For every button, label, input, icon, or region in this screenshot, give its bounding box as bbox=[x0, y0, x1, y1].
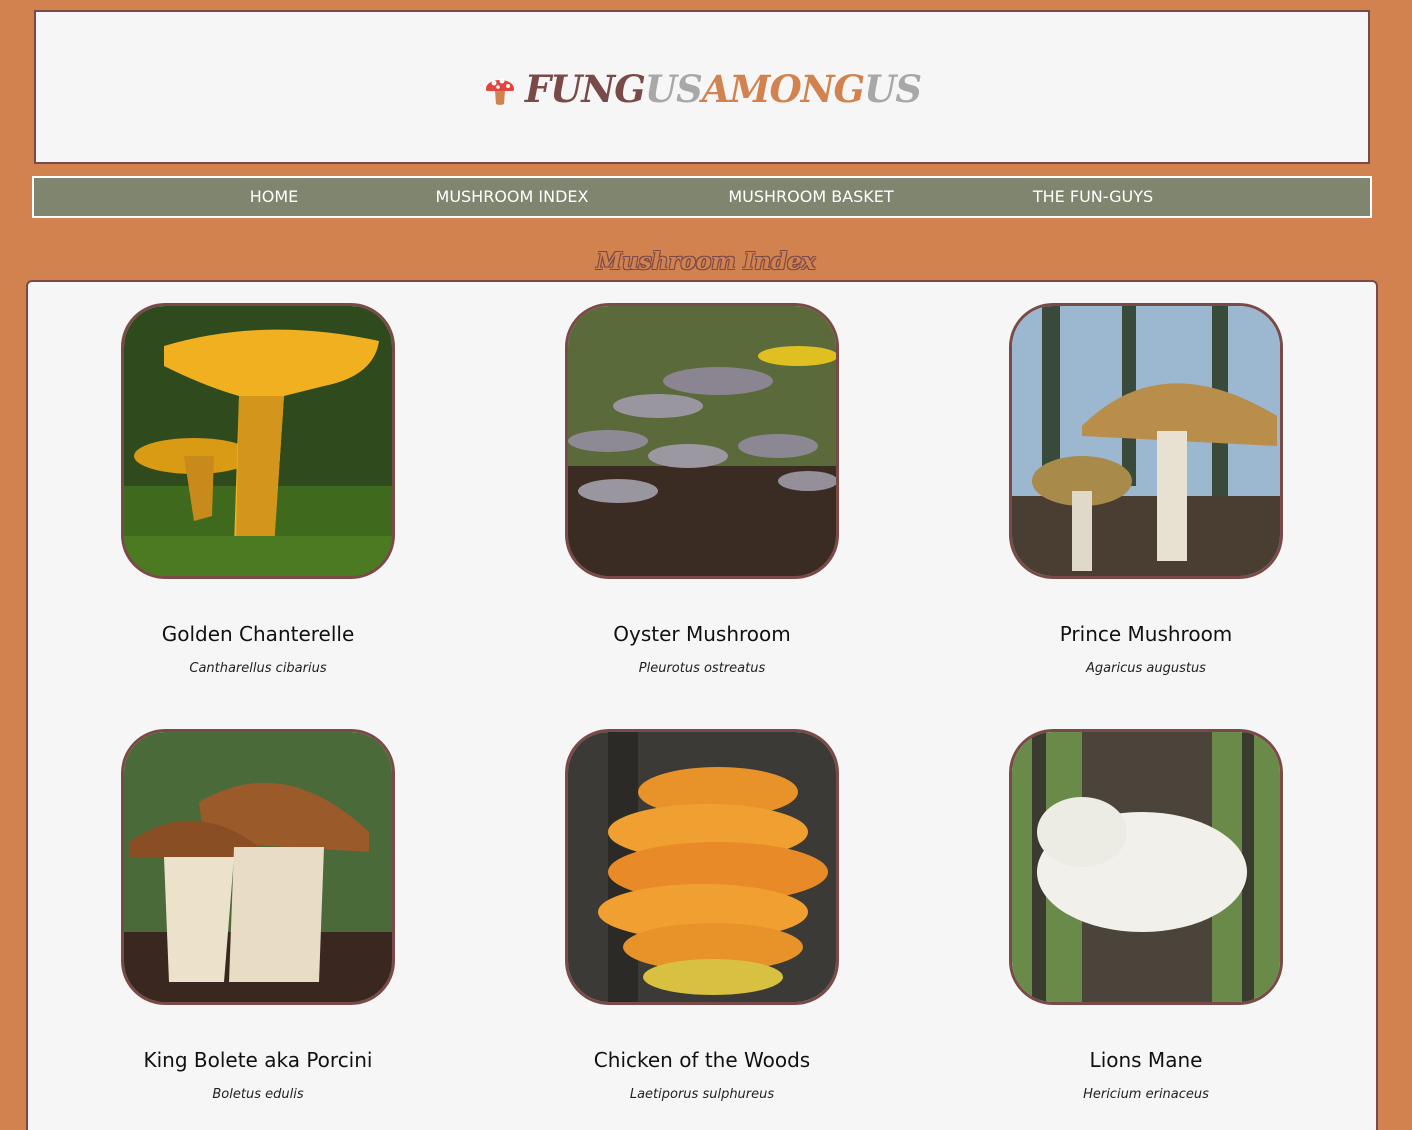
mushroom-image-oyster-mushroom[interactable] bbox=[565, 303, 839, 579]
mushroom-image-lions-mane[interactable] bbox=[1009, 729, 1283, 1005]
logo-part-among: AMONG bbox=[701, 67, 865, 111]
mushroom-card[interactable]: King Bolete aka Porcini Boletus edulis bbox=[58, 729, 458, 1102]
nav-mushroom-index[interactable]: MUSHROOM INDEX bbox=[436, 178, 589, 216]
mushroom-scientific-name: Pleurotus ostreatus bbox=[638, 661, 766, 676]
mushroom-card[interactable]: Golden Chanterelle Cantharellus cibarius bbox=[58, 303, 458, 676]
mushroom-index-panel: Golden Chanterelle Cantharellus cibarius… bbox=[26, 280, 1378, 1130]
mushroom-card[interactable]: Oyster Mushroom Pleurotus ostreatus bbox=[502, 303, 902, 676]
mushroom-scientific-name: Boletus edulis bbox=[212, 1087, 304, 1102]
mushroom-name: Oyster Mushroom bbox=[613, 622, 791, 646]
mushroom-card[interactable]: Prince Mushroom Agaricus augustus bbox=[946, 303, 1346, 676]
site-logo[interactable]: FUNGUSAMONGUS bbox=[483, 67, 922, 111]
mushroom-name: Chicken of the Woods bbox=[593, 1048, 811, 1072]
site-header: FUNGUSAMONGUS bbox=[34, 10, 1370, 164]
main-nav: HOME MUSHROOM INDEX MUSHROOM BASKET THE … bbox=[32, 176, 1372, 218]
nav-the-fun-guys[interactable]: THE FUN-GUYS bbox=[1033, 178, 1153, 216]
mushroom-icon bbox=[483, 71, 517, 107]
mushroom-name: Prince Mushroom bbox=[1059, 622, 1233, 646]
mushroom-image-king-bolete[interactable] bbox=[121, 729, 395, 1005]
site-logo-text: FUNGUSAMONGUS bbox=[524, 67, 922, 111]
logo-part-fung: FUNG bbox=[524, 67, 646, 111]
mushroom-scientific-name: Agaricus augustus bbox=[1086, 661, 1206, 676]
logo-part-us: US bbox=[644, 67, 703, 111]
mushroom-name: Lions Mane bbox=[1089, 1048, 1203, 1072]
mushroom-image-chicken-of-the-woods[interactable] bbox=[565, 729, 839, 1005]
mushroom-name: Golden Chanterelle bbox=[161, 622, 355, 646]
mushroom-image-golden-chanterelle[interactable] bbox=[121, 303, 395, 579]
mushroom-card[interactable]: Chicken of the Woods Laetiporus sulphure… bbox=[502, 729, 902, 1102]
nav-mushroom-basket[interactable]: MUSHROOM BASKET bbox=[728, 178, 893, 216]
mushroom-scientific-name: Cantharellus cibarius bbox=[189, 661, 327, 676]
mushroom-card[interactable]: Lions Mane Hericium erinaceus bbox=[946, 729, 1346, 1102]
page-title: Mushroom Index bbox=[596, 248, 816, 275]
nav-home[interactable]: HOME bbox=[250, 178, 299, 216]
logo-part-us-2: US bbox=[864, 67, 922, 111]
mushroom-scientific-name: Hericium erinaceus bbox=[1083, 1087, 1209, 1102]
mushroom-name: King Bolete aka Porcini bbox=[143, 1048, 373, 1072]
mushroom-scientific-name: Laetiporus sulphureus bbox=[629, 1087, 775, 1102]
mushroom-image-prince-mushroom[interactable] bbox=[1009, 303, 1283, 579]
